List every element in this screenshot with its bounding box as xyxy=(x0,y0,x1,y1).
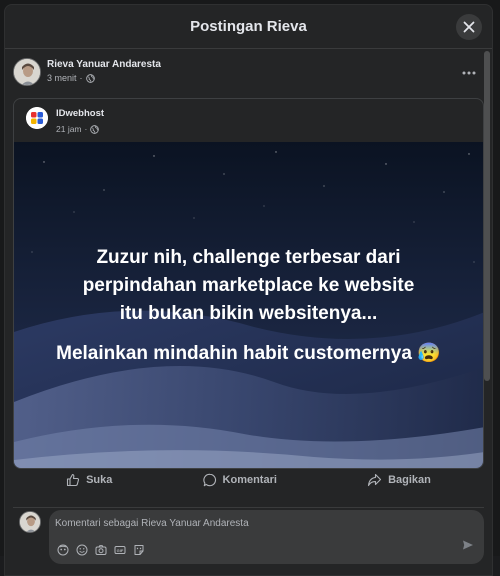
post-header: Rieva Yanuar Andaresta 3 menit · xyxy=(5,50,492,86)
comment-composer: GIF xyxy=(13,507,484,567)
globe-icon xyxy=(85,73,95,83)
author-avatar[interactable] xyxy=(13,58,41,86)
emoji-icon[interactable] xyxy=(76,544,88,556)
post-scroll-area: Rieva Yanuar Andaresta 3 menit · IDwebho… xyxy=(5,50,492,504)
shared-author-block: IDwebhost 21 jam · xyxy=(56,108,104,134)
camera-icon[interactable] xyxy=(95,544,107,556)
modal-header: Postingan Rieva xyxy=(5,5,492,49)
share-label: Bagikan xyxy=(388,474,431,486)
shared-post-time[interactable]: 21 jam xyxy=(56,124,82,134)
like-label: Suka xyxy=(86,474,113,486)
comment-button[interactable]: Komentari xyxy=(173,467,307,493)
more-dots-icon xyxy=(462,71,476,75)
avatar-photo xyxy=(20,512,40,532)
share-button[interactable]: Bagikan xyxy=(337,467,461,493)
send-button[interactable] xyxy=(462,538,474,556)
comment-bubble-icon xyxy=(202,473,216,487)
sticker-icon[interactable] xyxy=(133,544,145,556)
avatar-sticker-icon[interactable] xyxy=(57,544,69,556)
gif-icon[interactable]: GIF xyxy=(114,544,126,556)
like-button[interactable]: Suka xyxy=(36,467,142,493)
post-action-bar: Suka Komentari Bagikan xyxy=(5,465,492,495)
comment-input[interactable] xyxy=(55,518,455,529)
author-block: Rieva Yanuar Andaresta 3 menit · xyxy=(47,59,161,83)
image-headline: Zuzur nih, challenge terbesar dari perpi… xyxy=(82,247,415,324)
shared-post-header: IDwebhost 21 jam · xyxy=(14,99,483,142)
close-icon xyxy=(463,21,475,33)
shared-post-card: IDwebhost 21 jam · Zuzur nih, challenge … xyxy=(13,98,484,469)
more-options-button[interactable] xyxy=(462,62,476,80)
comment-box: GIF xyxy=(49,510,484,564)
thumbs-up-icon xyxy=(67,473,80,487)
send-icon xyxy=(463,540,473,550)
modal-title: Postingan Rieva xyxy=(190,18,307,35)
avatar-photo xyxy=(14,59,40,85)
share-arrow-icon xyxy=(368,473,382,487)
globe-icon xyxy=(90,124,100,134)
svg-text:GIF: GIF xyxy=(117,548,124,553)
post-modal: Postingan Rieva Rieva Yanuar Andaresta 3… xyxy=(4,4,493,576)
comment-label: Komentari xyxy=(222,474,277,486)
idwebhost-logo xyxy=(26,107,48,129)
shared-post-meta: 21 jam · xyxy=(56,124,104,134)
page-name[interactable]: IDwebhost xyxy=(56,108,104,119)
post-time[interactable]: 3 menit xyxy=(47,73,77,83)
post-meta: 3 menit · xyxy=(47,73,161,83)
post-image[interactable]: Zuzur nih, challenge terbesar dari perpi… xyxy=(14,142,483,468)
image-subheadline: Melainkan mindahin habit customernya 😰 xyxy=(56,343,441,364)
composer-toolbar: GIF xyxy=(57,544,145,556)
modal-scrollbar[interactable] xyxy=(484,51,490,381)
author-name[interactable]: Rieva Yanuar Andaresta xyxy=(47,59,161,70)
page-avatar[interactable] xyxy=(26,107,48,129)
close-button[interactable] xyxy=(456,14,482,40)
composer-avatar[interactable] xyxy=(19,511,41,533)
